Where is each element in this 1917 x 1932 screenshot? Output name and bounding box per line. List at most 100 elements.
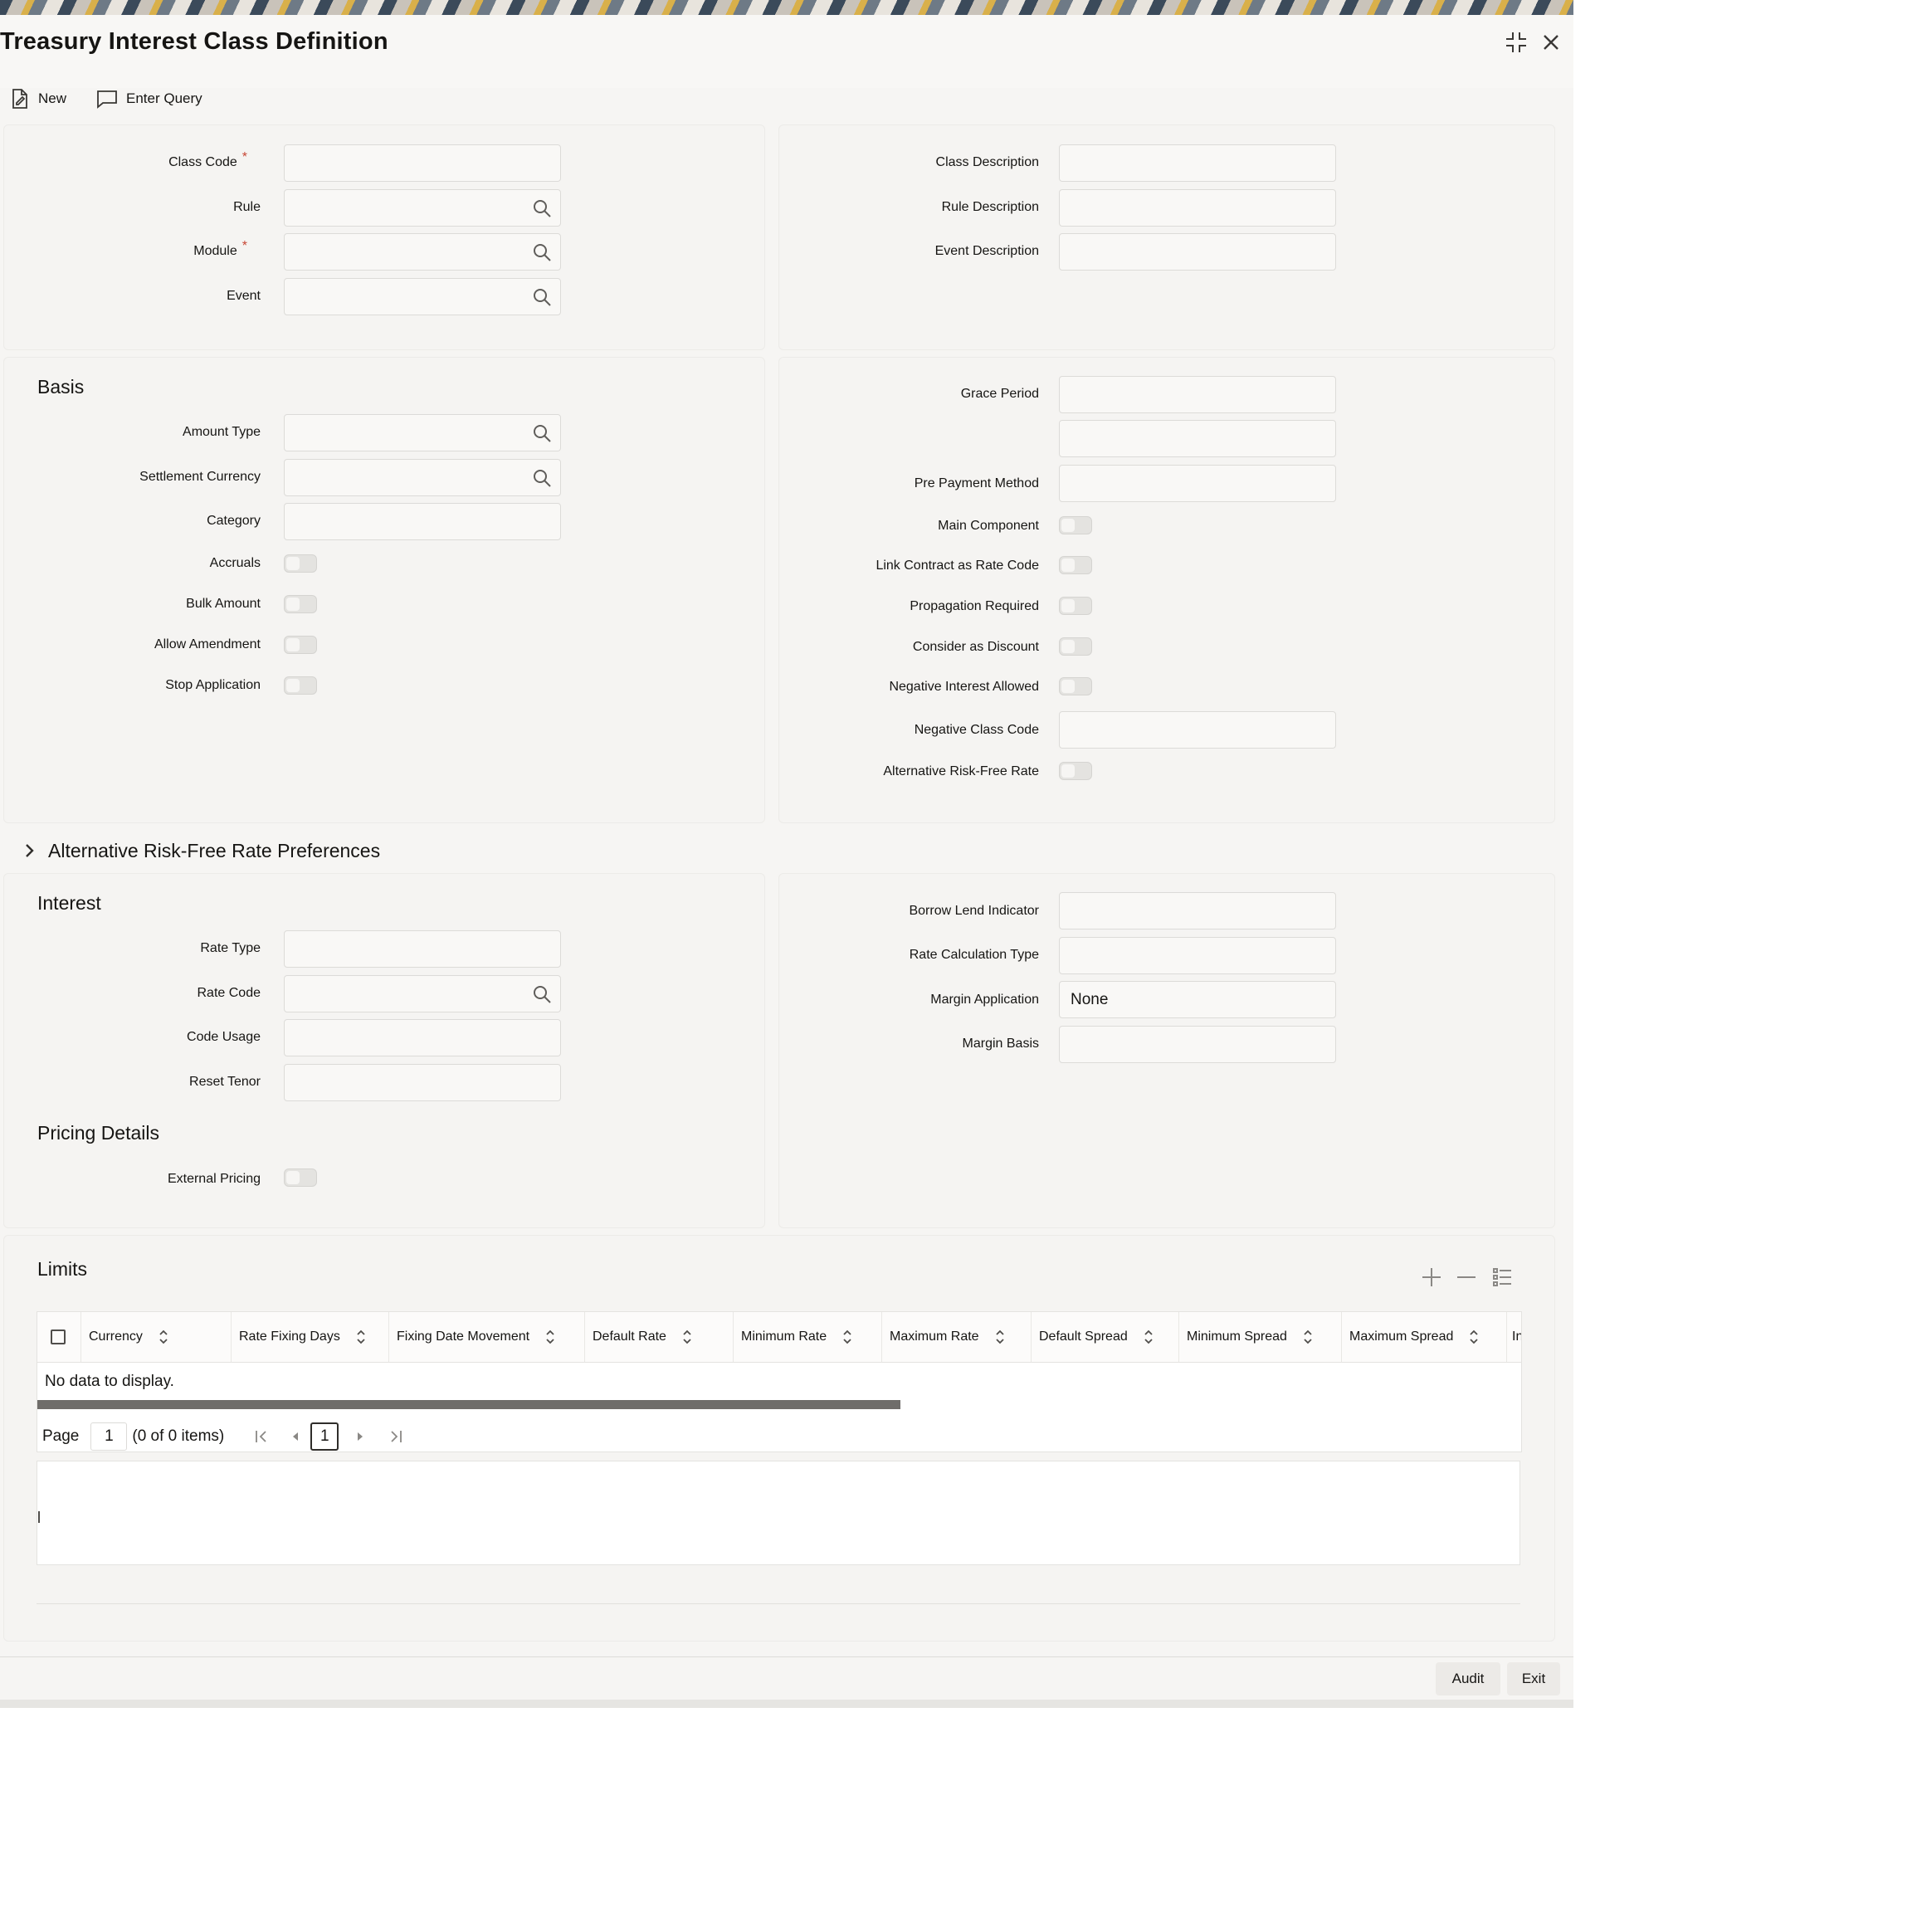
allow-amendment-label: Allow Amendment <box>154 637 261 651</box>
sort-icon[interactable] <box>544 1329 556 1344</box>
exit-button[interactable]: Exit <box>1507 1662 1560 1695</box>
new-button[interactable]: New <box>10 86 66 111</box>
code-usage-input[interactable] <box>284 1019 561 1056</box>
negative-class-code-input[interactable] <box>1059 711 1336 749</box>
search-icon[interactable] <box>532 423 552 443</box>
module-input[interactable] <box>284 233 561 271</box>
negative-interest-allowed-toggle[interactable] <box>1059 677 1092 695</box>
add-row-icon[interactable] <box>1421 1266 1442 1288</box>
consider-as-discount-toggle[interactable] <box>1059 637 1092 656</box>
column-label: In <box>1512 1329 1521 1344</box>
allow-amendment-toggle[interactable] <box>284 636 317 654</box>
alternative-rfr-toggle[interactable] <box>1059 762 1092 780</box>
previous-page-icon[interactable] <box>290 1429 300 1444</box>
select-all-checkbox[interactable] <box>51 1329 66 1344</box>
grace-period-input[interactable] <box>1059 376 1336 413</box>
sort-icon[interactable] <box>994 1329 1006 1344</box>
event-input[interactable] <box>284 278 561 315</box>
horizontal-scrollbar[interactable] <box>37 1400 900 1409</box>
current-page-button[interactable]: 1 <box>310 1422 339 1451</box>
enter-query-button[interactable]: Enter Query <box>96 86 202 111</box>
category-label: Category <box>207 514 261 528</box>
limits-table: Currency Rate Fixing Days Fixing Date Mo… <box>37 1311 1522 1452</box>
sort-icon[interactable] <box>681 1329 693 1344</box>
class-code-label: Class Code * <box>168 150 247 169</box>
page-label: Page <box>42 1427 80 1445</box>
settlement-currency-input[interactable] <box>284 459 561 496</box>
close-icon[interactable] <box>1537 28 1565 56</box>
column-header-currency[interactable]: Currency <box>80 1312 231 1362</box>
remove-row-icon[interactable] <box>1456 1266 1477 1288</box>
column-header-truncated[interactable]: In <box>1506 1312 1521 1362</box>
rate-code-input[interactable] <box>284 975 561 1012</box>
search-icon[interactable] <box>532 242 552 262</box>
app-window: Treasury Interest Class Definition New E… <box>0 0 1573 1708</box>
column-header-default-spread[interactable]: Default Spread <box>1031 1312 1178 1362</box>
rate-calculation-type-input[interactable] <box>1059 937 1336 974</box>
column-header-rate-fixing-days[interactable]: Rate Fixing Days <box>231 1312 388 1362</box>
rate-type-label: Rate Type <box>200 941 261 955</box>
class-description-input[interactable] <box>1059 144 1336 182</box>
amount-type-input[interactable] <box>284 414 561 451</box>
main-component-toggle[interactable] <box>1059 516 1092 534</box>
class-code-input[interactable] <box>284 144 561 182</box>
accruals-toggle[interactable] <box>284 554 317 573</box>
single-record-view-icon[interactable] <box>1491 1266 1513 1288</box>
stop-application-toggle[interactable] <box>284 676 317 695</box>
external-pricing-toggle[interactable] <box>284 1168 317 1187</box>
grace-period-unit-input[interactable] <box>1059 420 1336 457</box>
arfr-preferences-title: Alternative Risk-Free Rate Preferences <box>48 839 381 861</box>
reset-tenor-input[interactable] <box>284 1064 561 1101</box>
header-banner <box>0 0 1573 15</box>
sort-icon[interactable] <box>158 1329 169 1344</box>
last-page-icon[interactable] <box>388 1429 403 1444</box>
borrow-lend-indicator-input[interactable] <box>1059 892 1336 929</box>
module-label: Module * <box>193 239 247 258</box>
sort-icon[interactable] <box>1302 1329 1314 1344</box>
external-pricing-label: External Pricing <box>167 1172 261 1186</box>
rule-input[interactable] <box>284 189 561 227</box>
margin-basis-input[interactable] <box>1059 1026 1336 1063</box>
settlement-currency-label: Settlement Currency <box>139 470 261 484</box>
bulk-amount-toggle[interactable] <box>284 595 317 613</box>
sort-icon[interactable] <box>355 1329 367 1344</box>
sort-icon[interactable] <box>841 1329 853 1344</box>
column-label: Minimum Rate <box>741 1329 827 1344</box>
next-page-icon[interactable] <box>355 1429 365 1444</box>
arfr-preferences-header[interactable]: Alternative Risk-Free Rate Preferences <box>23 838 380 863</box>
window-title: Treasury Interest Class Definition <box>0 28 388 55</box>
column-header-minimum-spread[interactable]: Minimum Spread <box>1178 1312 1341 1362</box>
propagation-required-toggle[interactable] <box>1059 597 1092 615</box>
minimize-icon[interactable] <box>1502 28 1530 56</box>
search-icon[interactable] <box>532 198 552 218</box>
column-header-minimum-rate[interactable]: Minimum Rate <box>733 1312 881 1362</box>
sort-icon[interactable] <box>1468 1329 1480 1344</box>
column-header-fixing-date-movement[interactable]: Fixing Date Movement <box>388 1312 584 1362</box>
search-icon[interactable] <box>532 287 552 307</box>
column-header-maximum-rate[interactable]: Maximum Rate <box>881 1312 1031 1362</box>
interest-title: Interest <box>37 892 101 914</box>
link-contract-label: Link Contract as Rate Code <box>876 559 1039 573</box>
empty-table-message: No data to display. <box>45 1373 174 1390</box>
items-count: (0 of 0 items) <box>132 1427 225 1445</box>
table-header: Currency Rate Fixing Days Fixing Date Mo… <box>37 1312 1521 1363</box>
search-icon[interactable] <box>532 984 552 1004</box>
link-contract-toggle[interactable] <box>1059 556 1092 574</box>
rule-description-input[interactable] <box>1059 189 1336 227</box>
audit-button[interactable]: Audit <box>1436 1662 1500 1695</box>
pre-payment-method-input[interactable] <box>1059 465 1336 502</box>
column-label: Rate Fixing Days <box>239 1329 340 1344</box>
limits-detail-area <box>37 1461 1520 1565</box>
margin-application-input[interactable]: None <box>1059 981 1336 1018</box>
new-label: New <box>38 90 67 106</box>
event-label: Event <box>227 289 261 303</box>
rate-type-input[interactable] <box>284 930 561 968</box>
event-description-input[interactable] <box>1059 233 1336 271</box>
column-header-default-rate[interactable]: Default Rate <box>584 1312 733 1362</box>
page-number-input[interactable]: 1 <box>90 1422 128 1451</box>
sort-icon[interactable] <box>1143 1329 1154 1344</box>
search-icon[interactable] <box>532 468 552 488</box>
first-page-icon[interactable] <box>254 1429 269 1444</box>
column-header-maximum-spread[interactable]: Maximum Spread <box>1341 1312 1506 1362</box>
category-input[interactable] <box>284 503 561 540</box>
